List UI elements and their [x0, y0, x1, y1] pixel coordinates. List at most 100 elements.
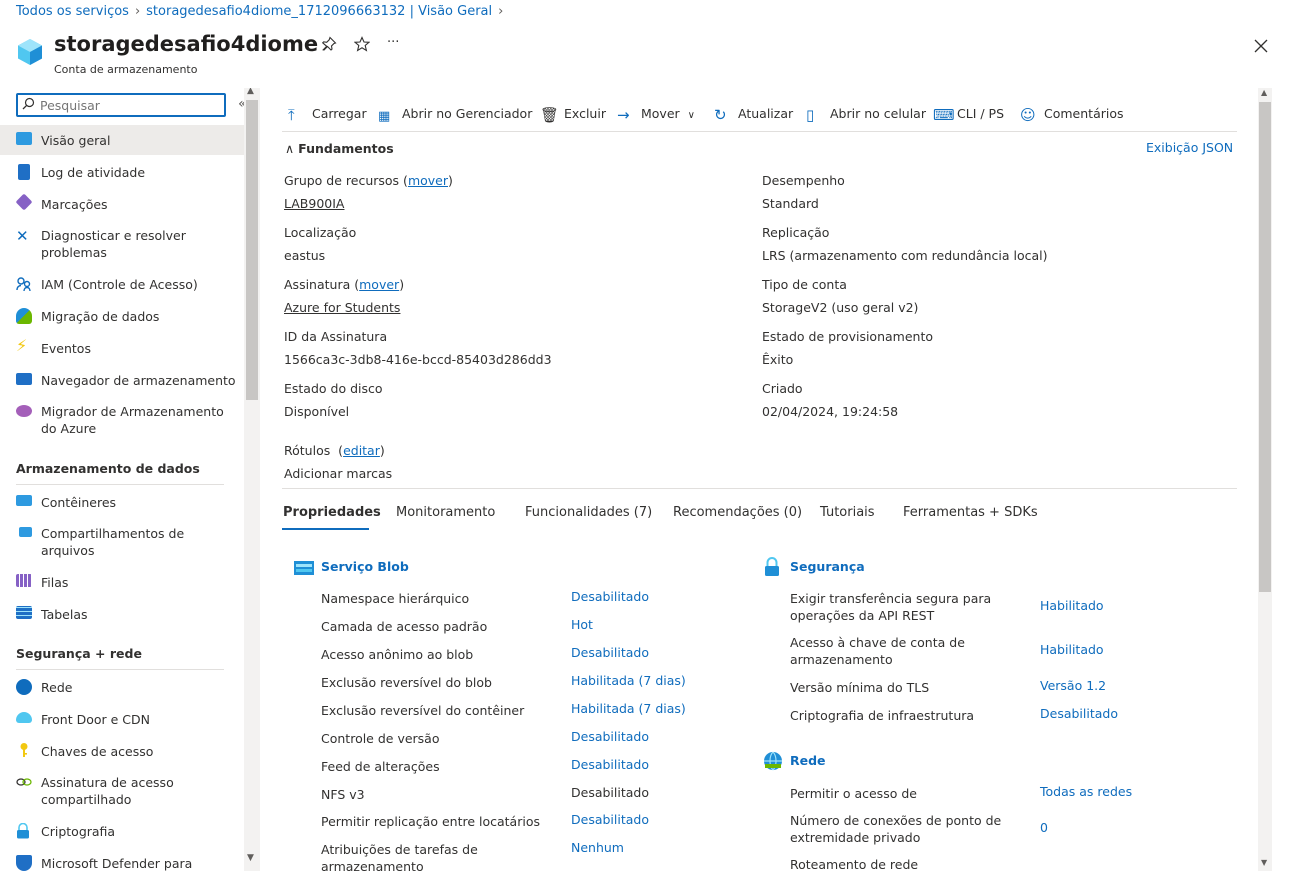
blob-property-label: Exclusão reversível do blob: [321, 675, 492, 690]
tags-label: Rótulos (editar): [284, 443, 385, 458]
open-explorer-button[interactable]: ▦ Abrir no Gerenciador: [378, 106, 532, 126]
sidebar-scrollbar-thumb[interactable]: [246, 100, 258, 400]
pin-icon[interactable]: [321, 36, 337, 56]
network-heading[interactable]: Rede: [790, 753, 826, 768]
tab-tutorials[interactable]: Tutoriais: [820, 505, 875, 520]
move-subscription-link[interactable]: mover: [359, 277, 399, 292]
network-property-label: Permitir o acesso de: [790, 786, 917, 801]
network-property-value[interactable]: Todas as redes: [1040, 784, 1132, 799]
sidebar-item-queues[interactable]: Filas: [0, 567, 244, 597]
blob-property-value: Desabilitado: [571, 785, 649, 800]
sidebar-item-tables[interactable]: Tabelas: [0, 599, 244, 629]
sidebar-item-label: Front Door e CDN: [41, 712, 150, 727]
scroll-down-icon[interactable]: ▼: [1261, 858, 1267, 867]
sidebar-item-label: Diagnosticar e resolver problemas: [41, 228, 186, 260]
subscription-value[interactable]: Azure for Students: [284, 300, 400, 315]
sidebar-item-access-keys[interactable]: Chaves de acesso: [0, 736, 244, 766]
sidebar-item-defender[interactable]: Microsoft Defender para: [0, 848, 244, 871]
breadcrumb-resource[interactable]: storagedesafio4diome_1712096663132 | Vis…: [146, 4, 492, 19]
scroll-down-icon[interactable]: ▼: [247, 853, 254, 863]
main-scrollbar-thumb[interactable]: [1259, 102, 1271, 592]
sidebar-item-data-migration[interactable]: Migração de dados: [0, 301, 244, 331]
breadcrumb: Todos os serviços › storagedesafio4diome_1…: [16, 4, 509, 19]
sidebar-item-network[interactable]: Rede: [0, 672, 244, 702]
sidebar-item-label: Chaves de acesso: [41, 744, 154, 759]
security-property-value[interactable]: Versão 1.2: [1040, 678, 1106, 693]
sidebar-item-label: Rede: [41, 680, 73, 695]
sidebar-item-storage-browser[interactable]: Navegador de armazenamento: [0, 365, 244, 395]
sidebar-item-label: Navegador de armazenamento: [41, 373, 236, 388]
scroll-up-icon[interactable]: ▲: [247, 88, 254, 96]
star-icon[interactable]: [353, 36, 371, 56]
blob-property-value[interactable]: Nenhum: [571, 840, 624, 855]
refresh-button[interactable]: ↻ Atualizar: [714, 106, 793, 126]
resource-group-value[interactable]: LAB900IA: [284, 196, 344, 211]
blob-service-heading[interactable]: Serviço Blob: [321, 559, 409, 574]
blob-property-value[interactable]: Hot: [571, 617, 593, 632]
sidebar-item-activity-log[interactable]: Log de atividade: [0, 157, 244, 187]
label-text: Rótulos: [284, 443, 331, 458]
sidebar-item-tags[interactable]: Marcações: [0, 189, 244, 219]
blob-property-value[interactable]: Desabilitado: [571, 589, 649, 604]
move-resource-group-link[interactable]: mover: [408, 173, 448, 188]
sidebar-item-storage-mover[interactable]: Migrador de Armazenamento do Azure: [0, 397, 244, 439]
sidebar-item-sas[interactable]: Assinatura de acesso compartilhado: [0, 768, 244, 810]
blob-property-value[interactable]: Habilitada (7 dias): [571, 701, 686, 716]
sidebar-item-encryption[interactable]: Criptografia: [0, 816, 244, 846]
disk-state-label: Estado do disco: [284, 381, 383, 396]
upload-button[interactable]: ⤒ Carregar: [288, 106, 367, 126]
sidebar-item-overview[interactable]: Visão geral: [0, 125, 244, 155]
blob-property-value[interactable]: Habilitada (7 dias): [571, 673, 686, 688]
tab-capabilities[interactable]: Funcionalidades (7): [525, 505, 652, 520]
security-property-value[interactable]: Habilitado: [1040, 598, 1104, 613]
sidebar-item-label: Microsoft Defender para: [41, 856, 193, 871]
cdn-icon: [16, 712, 32, 723]
disk-state-value: Disponível: [284, 404, 350, 419]
open-mobile-button[interactable]: ▯ Abrir no celular: [806, 106, 926, 126]
sidebar-item-front-door[interactable]: Front Door e CDN: [0, 704, 244, 734]
performance-value: Standard: [762, 196, 819, 211]
delete-button[interactable]: 🗑 Excluir: [540, 106, 606, 126]
sidebar-item-diagnose[interactable]: ✕ Diagnosticar e resolver problemas: [0, 221, 244, 263]
more-options-button[interactable]: ···: [387, 35, 399, 50]
security-property-value[interactable]: Habilitado: [1040, 642, 1104, 657]
essentials-heading: Fundamentos: [298, 141, 394, 156]
tab-tools-sdks[interactable]: Ferramentas + SDKs: [903, 505, 1038, 520]
move-button[interactable]: → Mover ∨: [617, 106, 695, 126]
sidebar-item-label: Compartilhamentos de arquivos: [41, 526, 185, 558]
feedback-button[interactable]: ☺ Comentários: [1020, 106, 1124, 126]
blob-property-value[interactable]: Desabilitado: [571, 729, 649, 744]
add-tags-link[interactable]: Adicionar marcas: [284, 466, 392, 481]
tab-properties[interactable]: Propriedades: [283, 505, 381, 520]
tab-monitoring[interactable]: Monitoramento: [396, 505, 495, 520]
tab-recommendations[interactable]: Recomendações (0): [673, 505, 802, 520]
essentials-toggle[interactable]: ∧ Fundamentos: [285, 141, 394, 156]
cli-button[interactable]: ⌨ CLI / PS: [933, 106, 1004, 126]
network-icon: [16, 679, 32, 695]
close-button[interactable]: [1254, 34, 1268, 58]
sidebar-item-iam[interactable]: IAM (Controle de Acesso): [0, 269, 244, 299]
edit-tags-link[interactable]: editar: [343, 443, 380, 458]
tag-icon: [15, 193, 33, 211]
scroll-up-icon[interactable]: ▲: [1261, 88, 1267, 97]
breadcrumb-all-services[interactable]: Todos os serviços: [16, 4, 129, 19]
divider: [282, 488, 1237, 489]
label-text: Grupo de recursos: [284, 173, 400, 188]
blob-property-value[interactable]: Desabilitado: [571, 645, 649, 660]
network-property-value[interactable]: 0: [1040, 820, 1048, 835]
json-view-link[interactable]: Exibição JSON: [1146, 140, 1233, 155]
sidebar-item-containers[interactable]: Contêineres: [0, 487, 244, 517]
search-icon: [22, 97, 35, 113]
sidebar-search[interactable]: [16, 93, 226, 117]
security-heading[interactable]: Segurança: [790, 559, 865, 574]
sidebar-item-events[interactable]: ⚡ Eventos: [0, 333, 244, 363]
sidebar-item-file-shares[interactable]: Compartilhamentos de arquivos: [0, 519, 244, 561]
provisioning-state-value: Êxito: [762, 352, 794, 367]
blob-property-value[interactable]: Desabilitado: [571, 812, 649, 827]
sidebar-item-label: Visão geral: [41, 133, 111, 148]
blob-property-value[interactable]: Desabilitado: [571, 757, 649, 772]
security-property-value[interactable]: Desabilitado: [1040, 706, 1118, 721]
account-kind-value: StorageV2 (uso geral v2): [762, 300, 919, 315]
search-input[interactable]: [40, 96, 220, 114]
arrow-right-icon: →: [617, 106, 630, 124]
